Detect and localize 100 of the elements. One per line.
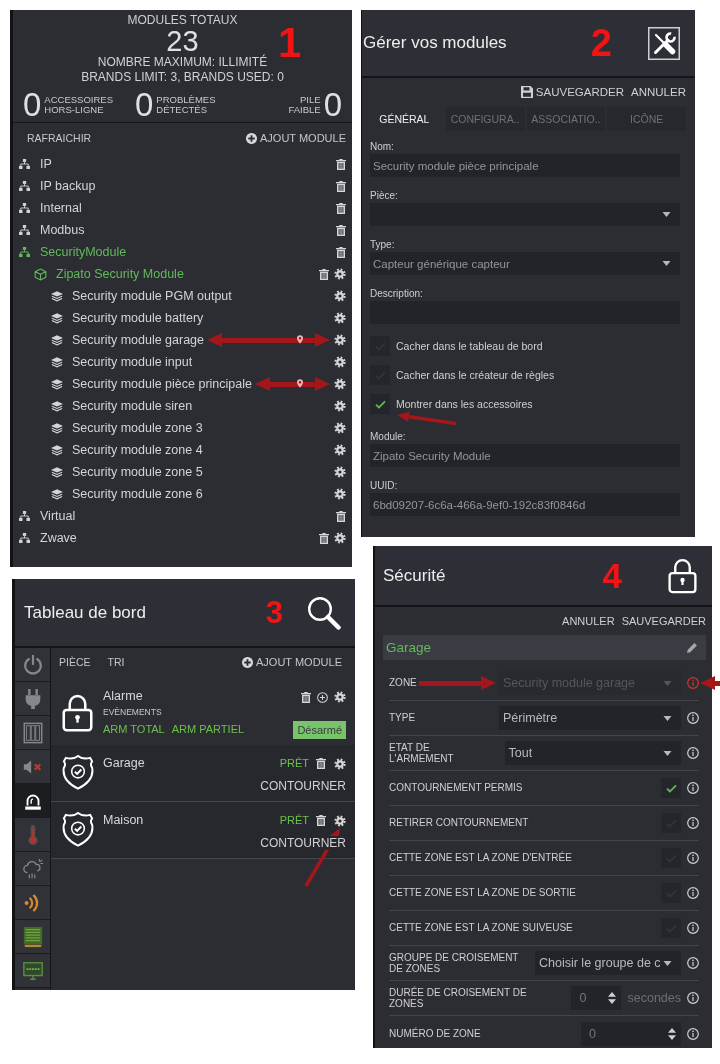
counter-value: 0 <box>23 90 42 120</box>
checkbox[interactable] <box>661 778 681 798</box>
row-label: ETAT DE L'ARMEMENT <box>389 741 455 765</box>
trash-icon[interactable] <box>336 246 346 258</box>
trash-icon[interactable] <box>336 180 346 192</box>
add-module-button[interactable]: AJOUT MODULE <box>246 132 346 144</box>
settings-icon[interactable] <box>334 691 346 703</box>
checkbox[interactable] <box>370 394 390 414</box>
settings-icon[interactable] <box>334 290 346 302</box>
tree-item[interactable]: Internal <box>40 201 82 215</box>
select-field[interactable]: Périmètre <box>499 706 681 730</box>
network-icon <box>19 225 30 235</box>
arm-state-button[interactable]: Désarmé <box>293 721 346 739</box>
settings-icon[interactable] <box>334 488 346 500</box>
tree-item[interactable]: Security module PGM output <box>72 289 232 303</box>
counter-label: PROBLÈMES DÉTECTÉS <box>156 95 216 115</box>
row-label: ZONE <box>389 677 417 689</box>
text-field[interactable]: Zipato Security Module <box>370 444 680 467</box>
text-field[interactable]: Security module pièce principale <box>370 154 680 177</box>
layers-icon <box>50 422 63 434</box>
weather-icon <box>21 857 44 880</box>
tree-item[interactable]: Security module zone 6 <box>72 487 203 501</box>
sidebar-tab[interactable] <box>15 886 50 920</box>
counter-label: PILE FAIBLE <box>288 95 321 115</box>
select-field[interactable] <box>370 203 680 226</box>
bypass-button[interactable]: CONTOURNER <box>260 779 346 793</box>
checkbox-label: Cacher dans le tableau de bord <box>396 340 543 352</box>
refresh-button[interactable]: RAFRAICHIR <box>27 132 92 144</box>
layers-icon <box>50 356 63 368</box>
settings-icon[interactable] <box>334 757 346 770</box>
pencil-icon <box>686 641 698 654</box>
settings-icon[interactable] <box>334 444 346 456</box>
settings-icon[interactable] <box>334 400 346 412</box>
tree-item[interactable]: Security module garage <box>72 333 205 347</box>
arm-mode-button[interactable]: ARM PARTIEL <box>171 722 245 736</box>
tools-icon[interactable] <box>648 26 680 60</box>
trash-icon[interactable] <box>336 224 346 236</box>
row-label: GROUPE DE CROISEMENT DE ZONES <box>389 951 520 975</box>
settings-icon[interactable] <box>334 356 346 368</box>
settings-icon[interactable] <box>334 814 346 827</box>
action-button[interactable]: ANNULER <box>562 615 615 627</box>
settings-icon[interactable] <box>334 378 346 390</box>
tree-item[interactable]: Security module input <box>72 355 193 369</box>
action-button[interactable]: SAUVEGARDER <box>621 615 706 627</box>
layers-icon <box>50 488 63 500</box>
add-module-button[interactable]: AJOUT MODULE <box>242 656 342 668</box>
trash-icon[interactable] <box>319 532 329 544</box>
tree-item[interactable]: IP backup <box>40 179 96 193</box>
settings-icon[interactable] <box>334 466 346 478</box>
network-icon <box>19 533 30 543</box>
bypass-button[interactable]: CONTOURNER <box>260 836 346 850</box>
sidebar-tab[interactable] <box>15 920 50 954</box>
cancel-button[interactable]: ANNULER <box>631 86 686 98</box>
tree-item[interactable]: Security module battery <box>72 311 204 325</box>
trash-icon[interactable] <box>301 691 311 703</box>
tree-item[interactable]: Zwave <box>40 531 77 545</box>
trash-icon[interactable] <box>336 510 346 522</box>
select-field[interactable]: Tout <box>504 741 681 765</box>
settings-icon[interactable] <box>334 422 346 434</box>
lock-icon <box>668 557 697 594</box>
annotation-number: 3 <box>265 597 283 628</box>
add-circle-icon[interactable] <box>317 691 328 703</box>
room-button[interactable]: PIÈCE <box>59 656 91 668</box>
number-field[interactable]: 0 <box>581 1021 681 1046</box>
tree-item[interactable]: Security module zone 3 <box>72 421 203 435</box>
spinner-icon[interactable] <box>668 1027 676 1040</box>
select-field[interactable]: Capteur générique capteur <box>370 252 680 275</box>
tree-item[interactable]: Virtual <box>40 509 76 523</box>
zone-name-field[interactable]: Garage <box>383 635 706 660</box>
trash-icon[interactable] <box>316 758 326 769</box>
settings-icon[interactable] <box>334 268 346 280</box>
select-field[interactable]: Choisir le groupe de c <box>535 951 681 975</box>
row-label: CETTE ZONE EST LA ZONE D'ENTRÉE <box>389 852 572 864</box>
panel-title: Tableau de bord <box>24 602 146 623</box>
sidebar-tab[interactable] <box>15 784 50 818</box>
settings-icon[interactable] <box>334 334 346 346</box>
layers-icon <box>50 334 63 346</box>
save-button[interactable]: SAUVEGARDER <box>520 86 625 98</box>
trash-icon[interactable] <box>316 815 326 826</box>
tree-item[interactable]: Security module zone 4 <box>72 443 203 457</box>
search-icon[interactable] <box>307 595 341 630</box>
trash-icon[interactable] <box>336 158 346 170</box>
tree-item[interactable]: Security module siren <box>72 399 193 413</box>
arm-mode-button[interactable]: ARM TOTAL <box>103 722 165 736</box>
sort-button[interactable]: TRI <box>107 656 125 668</box>
tree-item[interactable]: Zipato Security Module <box>56 267 184 281</box>
tree-item[interactable]: Modbus <box>40 223 85 237</box>
trash-icon[interactable] <box>319 268 329 280</box>
events-label: EVÈNEMENTS <box>103 707 162 718</box>
settings-icon[interactable] <box>334 312 346 324</box>
field-label: Pièce: <box>370 190 399 201</box>
number-field[interactable]: 0 <box>571 986 622 1010</box>
tree-item[interactable]: IP <box>40 157 52 171</box>
trash-icon[interactable] <box>336 202 346 214</box>
text-field[interactable]: 6bd09207-6c6a-466a-9ef0-192c83f0846d <box>370 493 680 516</box>
tree-item[interactable]: Security module pièce principale <box>72 377 252 391</box>
tree-item[interactable]: SecurityModule <box>40 245 127 259</box>
spinner-icon[interactable] <box>608 992 617 1004</box>
settings-icon[interactable] <box>334 532 346 544</box>
tree-item[interactable]: Security module zone 5 <box>72 465 203 479</box>
